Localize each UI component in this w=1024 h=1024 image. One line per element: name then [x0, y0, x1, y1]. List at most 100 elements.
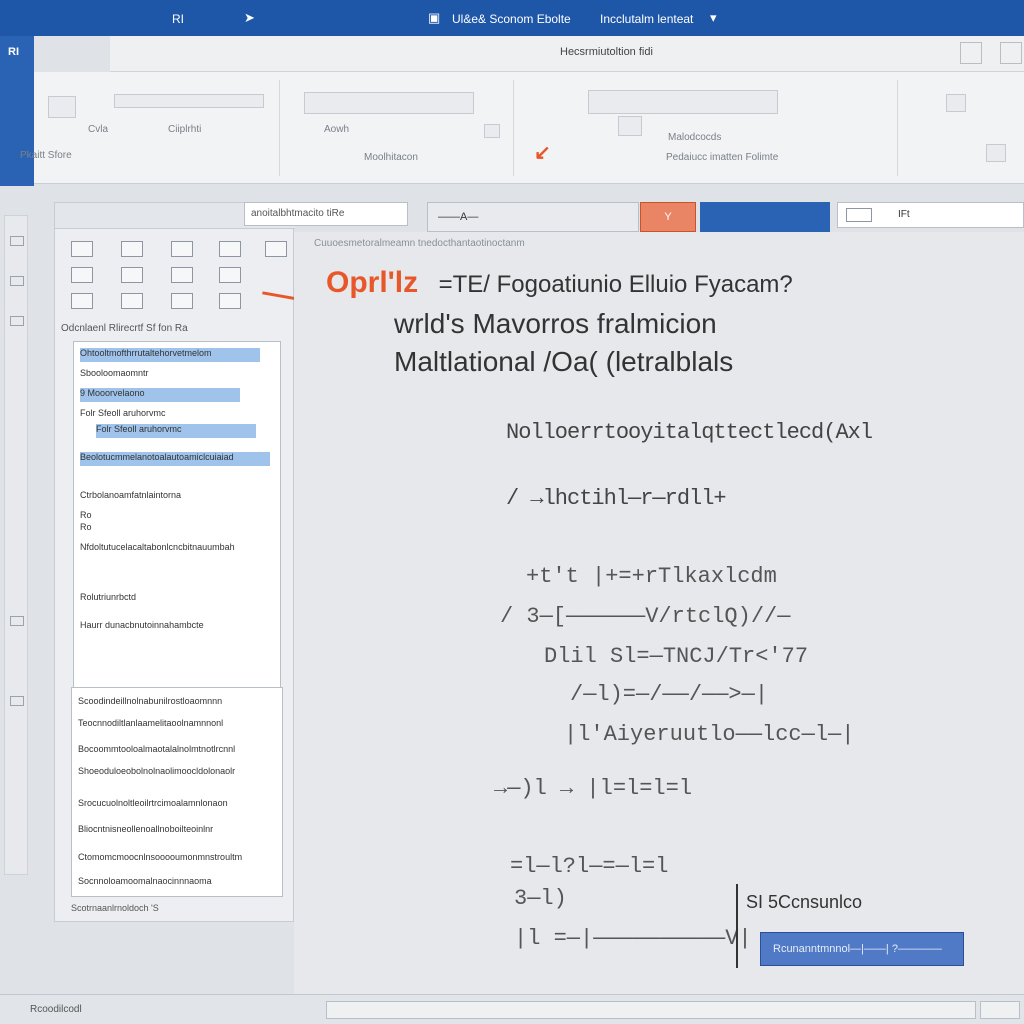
find-button[interactable] — [946, 94, 966, 112]
format-toolbar[interactable]: ——A— — [427, 202, 639, 232]
list-item[interactable]: Srocucuolnoltleoilrtrcimoalamnlonaon — [78, 798, 274, 812]
zoom-control[interactable] — [980, 1001, 1020, 1019]
equation-line-6: →—)l → |l=l=l=l — [494, 776, 693, 801]
select-button[interactable] — [986, 144, 1006, 162]
accent-button[interactable] — [700, 202, 830, 232]
equation-line-1: +t't |+=+rTlkaxlcdm — [526, 564, 777, 589]
ribbon-label-3: Pkaitt Sfore — [20, 150, 72, 161]
minimize-button[interactable] — [960, 42, 982, 64]
title-bar: RI ➤ ▣ Ul&e& Sconom Ebolte Incclutalm le… — [0, 0, 1024, 36]
equation-line-8: 3—l) — [514, 886, 567, 911]
equation-line-7: =l—l?l—=—l=l — [510, 854, 669, 879]
view-label: IFt — [898, 209, 910, 220]
list-item[interactable]: Scoodindeillnolnabunilrostloaomnnn — [78, 696, 274, 710]
title-right-label: Incclutalm lenteat — [600, 12, 694, 26]
side-toolbar — [4, 215, 28, 875]
list-item[interactable]: Ro — [80, 522, 92, 536]
list-item[interactable]: Socnnoloamoomalnaocinnnaoma — [78, 876, 274, 890]
list-item[interactable]: Sbooloomaomntr — [80, 368, 200, 382]
side-tool-4-icon[interactable] — [10, 616, 24, 626]
grid-icon[interactable] — [121, 293, 143, 309]
grid-icon[interactable] — [219, 293, 241, 309]
grid-icon[interactable] — [71, 293, 93, 309]
grid-icon[interactable] — [171, 293, 193, 309]
side-tool-3-icon[interactable] — [10, 316, 24, 326]
ruler-text: Cuuoesmetoralmeamn tnedocthantaotinoctan… — [314, 238, 525, 249]
ribbon-group-paragraph: Aowh Moolhitacon — [284, 80, 514, 176]
list-item[interactable]: Haurr dunacbnutoinnahambcte — [80, 620, 260, 634]
body-line-1: Nolloerrtooyitalqttectlecd(Axl — [506, 420, 873, 445]
equation-line-9: |l =—|——————————V| — [514, 926, 752, 951]
title-left-label: RI — [172, 12, 184, 26]
list-item[interactable]: Bliocntnisneollenoallnoboilteoinlnr — [78, 824, 274, 838]
horizontal-scrollbar[interactable] — [326, 1001, 976, 1019]
ribbon-group-styles: Malodcocds Pedaiucc imatten Folimte — [518, 80, 898, 176]
list-item[interactable]: Folr Sfeoll aruhorvmc — [96, 424, 256, 438]
grid-icon[interactable] — [71, 267, 93, 283]
document-title: Hecsrmiutoltion fidi — [560, 46, 653, 58]
ribbon-group-clipboard: Cvla Ciiplrhti Pkaitt Sfore — [20, 80, 280, 176]
triangle-style-icon[interactable] — [618, 116, 642, 136]
equation-line-4: /—l)=—/——/——>—| — [570, 682, 769, 707]
ribbon-label-2: Ciiplrhti — [168, 124, 202, 135]
title-center-label: Ul&e& Sconom Ebolte — [452, 12, 571, 26]
paste-button[interactable] — [48, 96, 76, 118]
side-tool-5-icon[interactable] — [10, 696, 24, 706]
equation-line-2: / 3—[——————V/rtclQ)//— — [500, 604, 791, 629]
pin-icon[interactable]: ➤ — [244, 10, 255, 26]
list-item[interactable]: Ctomomcmoocnlnsooooumonmnstroultm — [78, 852, 274, 866]
side-tool-1-icon[interactable] — [10, 236, 24, 246]
maximize-button[interactable] — [1000, 42, 1022, 64]
launcher-label: RI — [8, 46, 19, 58]
equation-block[interactable]: Rcunanntmnnol—|——| ?———— — [760, 932, 964, 966]
equation-line-5: |l'Aiyeruutlo——lcc—l—| — [564, 722, 855, 747]
ribbon-label-7: Pedaiucc imatten Folimte — [666, 152, 779, 163]
subtitle-line: wrld's Mavorros fralmicion — [394, 308, 717, 339]
list-item[interactable]: Ctrbolanoamfatnlaintorna — [80, 490, 230, 504]
divider-vertical — [736, 884, 738, 968]
grid-icon[interactable] — [71, 241, 93, 257]
body-line-2: / →lhctihl—r—rdll+ — [506, 486, 727, 511]
ribbon-group-editing — [902, 80, 1022, 176]
equation-line-3: Dlil Sl=—TNCJ/Tr<'77 — [544, 644, 809, 669]
document-title-line: Oprl'lz =TE/ Fogoatiunio Elluio Fyacam? — [326, 266, 793, 300]
nav-icon-grid — [59, 237, 291, 315]
list-item[interactable]: Nfdoltutucelacaltabonlcncbitnauumbah — [80, 542, 250, 556]
quick-access-toolbar: Hecsrmiutoltion fidi — [110, 36, 1024, 72]
grid-icon[interactable] — [219, 241, 241, 257]
grid-icon[interactable] — [171, 267, 193, 283]
style-button[interactable] — [484, 124, 500, 138]
nav-search-input[interactable]: anoitalbhtmacito tiRe — [244, 202, 408, 226]
nav-outline-list: Ohtooltmofthrrutaltehorvetmelom Sbooloom… — [73, 341, 281, 691]
list-item[interactable]: Beolotucmmelanotoalautoamiclcuiaiad — [80, 452, 270, 466]
side-label: SI 5Ccnsunlco — [746, 892, 863, 912]
ribbon: Cvla Ciiplrhti Pkaitt Sfore Aowh Moolhit… — [20, 72, 1024, 184]
dropdown-icon[interactable]: ▾ — [710, 10, 717, 26]
list-item[interactable]: Shoeoduloeobolnolnaolimoocldolonaolr — [78, 766, 274, 780]
ribbon-label-5: Moolhitacon — [364, 152, 418, 163]
document-page[interactable]: Cuuoesmetoralmeamn tnedocthantaotinoctan… — [294, 232, 1024, 994]
grid-icon[interactable] — [121, 267, 143, 283]
navigation-pane: Odcnlaenl Rlirecrtf Sf fon Ra Ohtooltmof… — [54, 202, 295, 922]
font-box[interactable] — [114, 94, 264, 108]
side-tool-2-icon[interactable] — [10, 276, 24, 286]
list-item[interactable]: Bocoommtooloalmaotalalnolmtnotlrcnnl — [78, 744, 274, 758]
view-selector[interactable]: IFt — [837, 202, 1024, 228]
highlight-button[interactable]: Y — [640, 202, 696, 232]
status-text: Rcoodilcodl — [30, 1004, 82, 1015]
app-launcher[interactable]: RI — [0, 36, 34, 186]
list-item[interactable]: 9 Mooorvelaono — [80, 388, 240, 402]
list-item[interactable]: Rolutriunrbctd — [80, 592, 240, 606]
list-item[interactable]: Teocnnodiltlanlaamelitaoolnamnnonl — [78, 718, 274, 732]
grid-icon[interactable] — [171, 241, 193, 257]
styles-gallery[interactable] — [588, 90, 778, 114]
paragraph-tools[interactable] — [304, 92, 474, 114]
list-item[interactable]: Folr Sfeoll aruhorvmc — [80, 408, 200, 422]
grid-icon[interactable] — [121, 241, 143, 257]
nav-footer: Scotrnaanlrnoldoch 'S — [71, 903, 159, 913]
list-item[interactable]: Ohtooltmofthrrutaltehorvetmelom — [80, 348, 260, 362]
title-highlight: Oprl'lz — [326, 266, 419, 299]
grid-icon[interactable] — [219, 267, 241, 283]
grid-icon[interactable] — [265, 241, 287, 257]
ribbon-label-6: Malodcocds — [668, 132, 722, 143]
